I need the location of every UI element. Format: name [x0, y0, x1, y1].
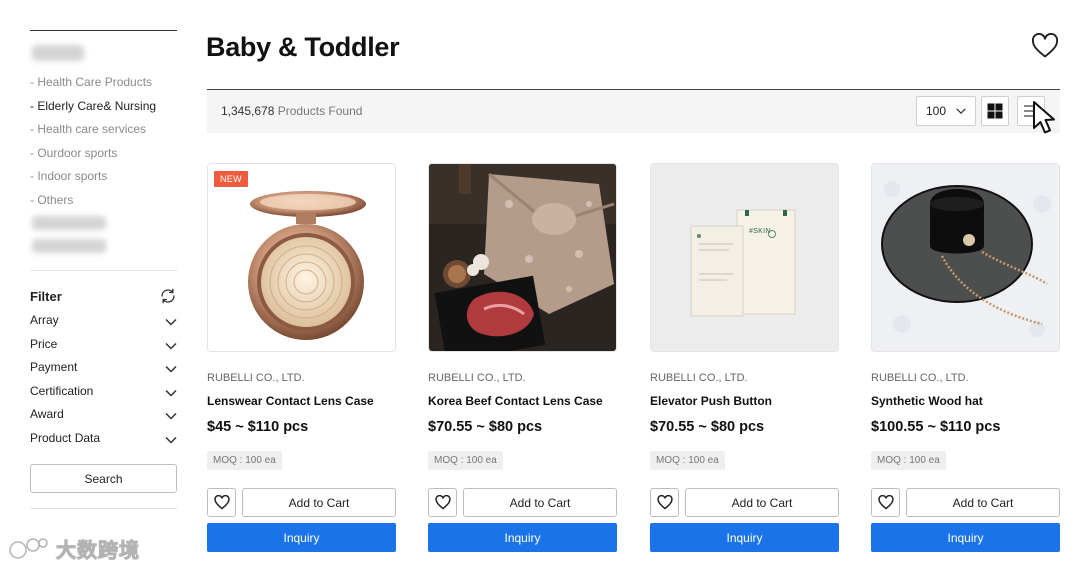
filter-award[interactable]: Award	[30, 407, 178, 431]
moq-badge: MOQ : 100 ea	[650, 451, 725, 470]
filter-product-data[interactable]: Product Data	[30, 431, 178, 455]
category-item[interactable]: - Ourdoor sports	[30, 145, 178, 169]
category-item[interactable]: - Elderly Care& Nursing	[30, 98, 178, 122]
sidebar-divider	[30, 270, 177, 271]
watermark: 大数跨境	[8, 534, 140, 563]
search-button[interactable]: Search	[30, 464, 177, 493]
product-price: $70.55 ~ $80 pcs	[428, 419, 543, 435]
filter-price[interactable]: Price	[30, 337, 178, 361]
company-name: RUBELLI CO., LTD.	[650, 372, 748, 384]
product-image[interactable]	[871, 163, 1060, 352]
chevron-down-icon	[165, 318, 177, 326]
refresh-icon[interactable]	[158, 286, 178, 306]
product-price: $70.55 ~ $80 pcs	[650, 419, 765, 435]
product-name[interactable]: Lenswear Contact Lens Case	[207, 394, 374, 408]
moq-badge: MOQ : 100 ea	[207, 451, 282, 470]
product-name[interactable]: Elevator Push Button	[650, 394, 772, 408]
skincare-package-image	[651, 164, 838, 351]
heart-icon	[213, 495, 230, 510]
moq-badge: MOQ : 100 ea	[871, 451, 946, 470]
blurred-category-item	[32, 239, 106, 253]
grid-view-icon	[987, 103, 1003, 119]
sidebar: - Health Care Products - Elderly Care& N…	[30, 0, 178, 568]
inquiry-button[interactable]: Inquiry	[871, 523, 1060, 552]
results-toolbar: 1,345,678 Products Found 100	[207, 89, 1060, 133]
wishlist-button[interactable]	[650, 488, 679, 517]
sidebar-top-divider	[30, 30, 177, 31]
company-name: RUBELLI CO., LTD.	[871, 372, 969, 384]
chevron-down-icon	[165, 389, 177, 397]
product-card: NEW RUBELLI CO., LTD. Lenswear Contact L…	[207, 163, 396, 555]
category-list: - Health Care Products - Elderly Care& N…	[30, 74, 178, 215]
chevron-down-icon	[956, 108, 966, 115]
filter-certification[interactable]: Certification	[30, 384, 178, 408]
chevron-down-icon	[165, 436, 177, 444]
product-image[interactable]: NEW	[207, 163, 396, 352]
product-image[interactable]	[428, 163, 617, 352]
add-to-cart-button[interactable]: Add to Cart	[242, 488, 396, 517]
inquiry-button[interactable]: Inquiry	[207, 523, 396, 552]
product-price: $100.55 ~ $110 pcs	[871, 419, 1001, 435]
watermark-text: 大数跨境	[56, 538, 140, 563]
filter-list: Array Price Payment Certification Award …	[30, 313, 178, 454]
per-page-select[interactable]: 100	[916, 96, 976, 126]
filter-label: Certification	[30, 383, 94, 398]
heart-icon	[877, 495, 894, 510]
new-badge: NEW	[214, 171, 248, 187]
inquiry-button[interactable]: Inquiry	[650, 523, 839, 552]
beef-gift-image	[429, 164, 616, 351]
add-to-cart-button[interactable]: Add to Cart	[906, 488, 1060, 517]
filter-payment[interactable]: Payment	[30, 360, 178, 384]
filter-label: Price	[30, 336, 58, 351]
filter-title: Filter	[30, 288, 62, 304]
watermark-logo-icon	[9, 537, 48, 559]
heart-icon	[656, 495, 673, 510]
results-count: 1,345,678 Products Found	[221, 104, 363, 118]
filter-label: Award	[30, 407, 64, 421]
lens-case-image	[248, 191, 366, 340]
grid-view-button[interactable]	[981, 96, 1009, 126]
category-item[interactable]: - Health Care Products	[30, 74, 178, 98]
filter-label: Array	[30, 313, 59, 327]
product-name[interactable]: Korea Beef Contact Lens Case	[428, 394, 603, 408]
product-name[interactable]: Synthetic Wood hat	[871, 394, 983, 408]
inquiry-button[interactable]: Inquiry	[428, 523, 617, 552]
blurred-category-heading	[32, 45, 84, 61]
moq-badge: MOQ : 100 ea	[428, 451, 503, 470]
filter-label: Product Data	[30, 430, 101, 445]
filter-label: Payment	[30, 360, 78, 374]
product-card: RUBELLI CO., LTD. Synthetic Wood hat $10…	[871, 163, 1060, 555]
product-card: RUBELLI CO., LTD. Korea Beef Contact Len…	[428, 163, 617, 555]
chevron-down-icon	[165, 365, 177, 373]
blurred-category-item	[32, 216, 106, 230]
chevron-down-icon	[165, 412, 177, 420]
filter-array[interactable]: Array	[30, 313, 178, 337]
sidebar-divider	[30, 508, 177, 509]
company-name: RUBELLI CO., LTD.	[428, 372, 526, 384]
add-to-cart-button[interactable]: Add to Cart	[685, 488, 839, 517]
add-to-cart-button[interactable]: Add to Cart	[463, 488, 617, 517]
cursor-icon	[1033, 101, 1055, 134]
filter-header: Filter	[30, 287, 178, 305]
company-name: RUBELLI CO., LTD.	[207, 372, 305, 384]
package-label: #SKIN	[749, 228, 771, 235]
wishlist-button[interactable]	[428, 488, 457, 517]
per-page-value: 100	[926, 104, 947, 118]
wishlist-button[interactable]	[207, 488, 236, 517]
page-title: Baby & Toddler	[206, 32, 400, 62]
product-card: #SKIN RUBELLI CO., LTD. Elevator Push Bu…	[650, 163, 839, 555]
category-item[interactable]: - Others	[30, 192, 178, 216]
heart-icon	[434, 495, 451, 510]
category-item[interactable]: - Indoor sports	[30, 168, 178, 192]
product-image[interactable]: #SKIN	[650, 163, 839, 352]
gat-hat-image	[872, 164, 1059, 351]
category-item[interactable]: - Health care services	[30, 121, 178, 145]
heart-icon[interactable]	[1031, 33, 1059, 59]
wishlist-button[interactable]	[871, 488, 900, 517]
chevron-down-icon	[165, 342, 177, 350]
product-price: $45 ~ $110 pcs	[207, 419, 309, 435]
